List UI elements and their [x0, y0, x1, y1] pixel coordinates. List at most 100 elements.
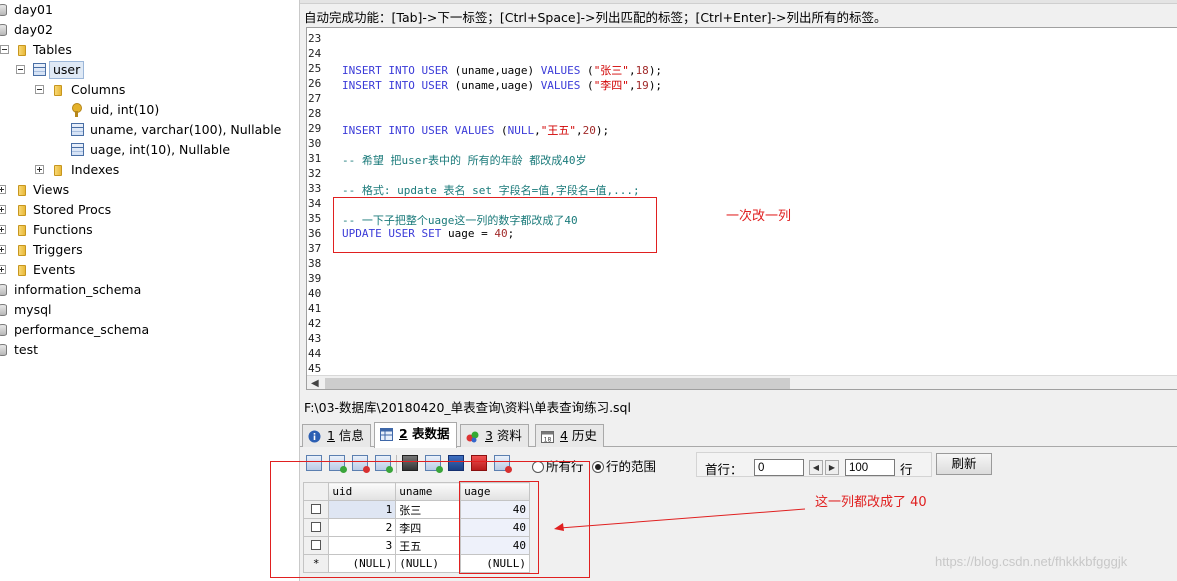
folder-icon — [18, 45, 26, 56]
filter-icon[interactable] — [402, 455, 418, 471]
column-header-uage[interactable]: uage — [460, 482, 530, 501]
code-number: 40 — [494, 227, 508, 240]
radio-dot[interactable] — [592, 461, 604, 473]
tab-table-data[interactable]: 2 表数据 — [374, 422, 457, 448]
expand-icon[interactable] — [0, 265, 6, 274]
cell-uage[interactable]: 40 — [460, 518, 530, 537]
insert-row-icon[interactable] — [329, 455, 347, 473]
line-number: 34 — [308, 197, 322, 210]
annotation-column-changed: 这一列都改成了 40 — [815, 495, 927, 510]
expand-icon[interactable] — [0, 205, 6, 214]
code-text: ); — [595, 124, 610, 137]
table-icon — [33, 63, 46, 76]
annotation-arrow — [554, 508, 806, 531]
cell-uid[interactable]: (NULL) — [328, 554, 397, 573]
table-row[interactable]: 3 王五 40 — [302, 536, 530, 555]
radio-label: 行的范围 — [606, 459, 657, 474]
code-keyword: NULL — [507, 124, 535, 137]
first-row-input[interactable] — [754, 459, 804, 476]
cell-uage[interactable]: 40 — [460, 536, 530, 555]
row-selector[interactable] — [302, 500, 330, 519]
table-row[interactable]: 2 李四 40 — [302, 518, 530, 537]
tree-db-label: day01 — [14, 2, 53, 17]
row-checkbox[interactable] — [311, 522, 322, 532]
line-number: 28 — [308, 107, 322, 120]
cell-uname[interactable]: 李四 — [395, 518, 462, 537]
database-icon — [0, 324, 7, 336]
radio-row-range[interactable]: 行的范围 — [592, 456, 656, 475]
table-row[interactable]: 1 张三 40 — [302, 500, 530, 519]
line-number: 26 — [308, 77, 322, 90]
database-icon — [0, 4, 7, 16]
line-number: 32 — [308, 167, 322, 180]
result-toolbar: 所有行 行的范围 首行： ◀ ▶ 行 刷新 — [300, 449, 1177, 479]
refresh-button[interactable]: 刷新 — [936, 453, 992, 475]
cell-uid[interactable]: 1 — [328, 500, 397, 519]
code-keyword: VALUES — [540, 79, 581, 92]
tree-folder-label: Indexes — [71, 162, 120, 177]
code-line-35-comment: -- 一下子把整个uage这一列的数字都改成了40 — [342, 214, 578, 227]
cell-uage[interactable]: (NULL) — [460, 554, 530, 573]
delete-row-icon[interactable] — [352, 455, 370, 473]
copy-row-icon[interactable] — [425, 455, 443, 473]
row-checkbox[interactable] — [311, 540, 322, 550]
code-string: "李四" — [593, 79, 629, 92]
column-header-uname[interactable]: uname — [395, 482, 462, 501]
row-checkbox[interactable] — [311, 504, 322, 514]
line-number: 27 — [308, 92, 322, 105]
tab-history[interactable]: 18 4 历史 — [535, 424, 604, 447]
result-tabs: 1 信息 2 表数据 3 资料 18 4 历史 — [300, 421, 1177, 448]
annotation-change-column: 一次改一列 — [726, 209, 792, 224]
tree-folder-label: Stored Procs — [33, 202, 112, 217]
next-page-icon[interactable]: ▶ — [825, 460, 839, 475]
grid-view-icon[interactable] — [306, 455, 322, 471]
line-number: 37 — [308, 242, 322, 255]
cell-uid[interactable]: 2 — [328, 518, 397, 537]
expand-icon[interactable] — [0, 185, 6, 194]
code-text: ); — [648, 79, 663, 92]
collapse-icon[interactable] — [35, 85, 44, 94]
code-text: (uname,uage) — [447, 79, 541, 92]
cell-uage[interactable]: 40 — [460, 500, 530, 519]
collapse-icon[interactable] — [16, 65, 25, 74]
tab-info[interactable]: 1 信息 — [302, 424, 371, 447]
scrollbar-thumb[interactable] — [325, 378, 790, 389]
row-selector[interactable] — [302, 518, 330, 537]
tab-label: 表数据 — [407, 426, 450, 441]
expand-icon[interactable] — [0, 225, 6, 234]
folder-icon — [18, 205, 26, 216]
cell-uname[interactable]: 张三 — [395, 500, 462, 519]
prev-page-icon[interactable]: ◀ — [809, 460, 823, 475]
cell-uname[interactable]: 王五 — [395, 536, 462, 555]
cancel-changes-icon[interactable] — [494, 455, 512, 473]
column-header-uid[interactable]: uid — [328, 482, 397, 501]
column-icon — [71, 123, 84, 136]
radio-dot[interactable] — [532, 461, 544, 473]
expand-icon[interactable] — [0, 245, 6, 254]
editor-horizontal-scrollbar[interactable]: ◀ — [307, 375, 1177, 389]
collapse-icon[interactable] — [0, 45, 9, 54]
new-row-marker: * — [302, 554, 330, 573]
line-number: 42 — [308, 317, 322, 330]
code-keyword: INSERT INTO USER — [342, 64, 448, 77]
trash-icon[interactable] — [471, 455, 487, 471]
radio-label: 所有行 — [546, 459, 584, 474]
cell-uid[interactable]: 3 — [328, 536, 397, 555]
row-selector[interactable] — [302, 536, 330, 555]
new-row[interactable]: * (NULL) (NULL) (NULL) — [302, 554, 530, 573]
folder-icon — [18, 265, 26, 276]
save-icon[interactable] — [448, 455, 464, 471]
calendar-icon: 18 — [541, 431, 554, 443]
tab-resources[interactable]: 3 资料 — [460, 424, 529, 447]
code-line-33-comment: -- 格式: update 表名 set 字段名=值,字段名=值,...; — [342, 184, 640, 197]
tree-folder-label: Triggers — [33, 242, 83, 257]
cell-uname[interactable]: (NULL) — [395, 554, 462, 573]
expand-icon[interactable] — [35, 165, 44, 174]
duplicate-row-icon[interactable] — [375, 455, 393, 473]
code-text: ( — [580, 79, 594, 92]
row-count-input[interactable] — [845, 459, 895, 476]
tree-db-label: test — [14, 342, 39, 357]
scroll-left-icon[interactable]: ◀ — [311, 376, 319, 389]
code-string: "张三" — [593, 64, 629, 77]
radio-all-rows[interactable]: 所有行 — [532, 456, 584, 475]
